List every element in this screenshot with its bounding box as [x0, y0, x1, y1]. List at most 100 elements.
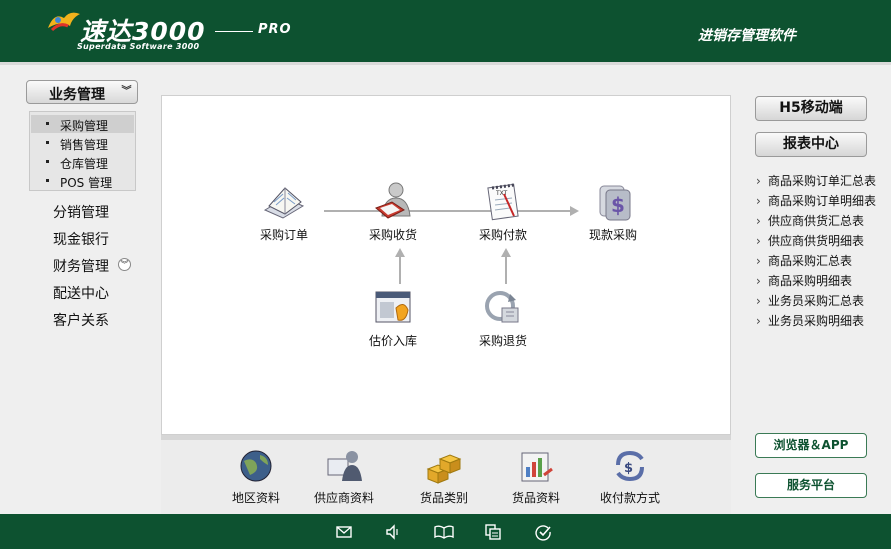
tool-label: 供应商资料: [313, 491, 374, 505]
brand-divider: [215, 31, 253, 32]
chevron-right-icon: ›: [756, 234, 761, 248]
browser-app-button[interactable]: 浏览器＆APP: [755, 433, 867, 458]
expand-chevron-icon[interactable]: ︾: [118, 258, 131, 271]
tool-goods-data[interactable]: 货品资料: [496, 447, 576, 506]
report-link[interactable]: › 业务员采购明细表: [756, 312, 864, 329]
report-link[interactable]: › 商品采购订单汇总表: [756, 172, 876, 189]
submenu-item-sales[interactable]: 销售管理: [31, 134, 134, 152]
sidebar-item-cash-bank[interactable]: 现金银行: [53, 229, 109, 249]
chevron-right-icon: ›: [756, 194, 761, 208]
bullet-icon: [46, 179, 49, 182]
report-link-label: 业务员采购明细表: [768, 314, 865, 328]
flow-node-purchase-payment[interactable]: TXT 采购付款: [458, 180, 548, 243]
service-platform-button[interactable]: 服务平台: [755, 473, 867, 498]
report-link-label: 商品采购汇总表: [768, 254, 853, 268]
supplier-person-icon: [327, 451, 362, 481]
flow-connector: [399, 256, 401, 284]
goods-chart-icon: [521, 452, 553, 482]
brand-logo-icon: [48, 12, 80, 32]
receiving-clerk-icon: [375, 182, 411, 219]
tool-supplier-data[interactable]: 供应商资料: [304, 447, 384, 506]
product-name: 进销存管理软件: [698, 28, 796, 44]
flow-node-label: 现款采购: [588, 228, 637, 242]
purchase-flow-panel: 采购订单 采购收货 TXT 采购付款 $ 现款采购 估价入库 采购退货: [161, 95, 731, 435]
flow-node-purchase-receipt[interactable]: 采购收货: [348, 180, 438, 243]
report-link-label: 供应商供货汇总表: [768, 214, 865, 228]
dollar-coins-icon: $: [599, 185, 631, 221]
business-menu-label: 业务管理: [49, 87, 105, 103]
tool-payment-method[interactable]: $ 收付款方式: [590, 447, 670, 506]
return-cycle-icon: [485, 291, 519, 323]
chevron-right-icon: ›: [756, 274, 761, 288]
chevron-right-icon: ›: [756, 214, 761, 228]
report-link[interactable]: › 商品采购订单明细表: [756, 192, 876, 209]
book-icon[interactable]: [433, 523, 455, 541]
submenu-item-label: POS 管理: [60, 176, 113, 190]
tool-label: 货品类别: [419, 491, 468, 505]
submenu-item-label: 采购管理: [60, 119, 109, 133]
warehouse-window-icon: [375, 291, 411, 323]
mail-icon[interactable]: [335, 523, 353, 541]
bullet-icon: [46, 122, 49, 125]
flow-node-label: 采购付款: [478, 228, 527, 242]
tool-label: 地区资料: [231, 491, 280, 505]
report-link[interactable]: › 供应商供货汇总表: [756, 212, 864, 229]
app-header: 速达3000 Superdata Software 3000 PRO 进销存管理…: [0, 0, 891, 62]
flow-arrow-icon: [395, 248, 405, 257]
flow-node-estimated-stock-in[interactable]: 估价入库: [348, 286, 438, 349]
footer-bar: [0, 514, 891, 549]
report-link-label: 商品采购订单汇总表: [768, 174, 877, 188]
base-data-toolbar: 地区资料 供应商资料 货品类别 货品资料 $ 收付款方式: [161, 435, 731, 515]
speaker-icon[interactable]: [384, 523, 402, 541]
report-link-label: 商品采购订单明细表: [768, 194, 877, 208]
business-menu-button[interactable]: 业务管理 ︾: [26, 80, 138, 104]
submenu-item-label: 仓库管理: [60, 157, 109, 171]
submenu-item-label: 销售管理: [60, 138, 109, 152]
report-link[interactable]: › 商品采购汇总表: [756, 252, 852, 269]
flow-node-label: 采购退货: [478, 334, 527, 348]
check-icon[interactable]: [534, 523, 552, 541]
bullet-icon: [46, 160, 49, 163]
tool-goods-category[interactable]: 货品类别: [404, 447, 484, 506]
chevron-right-icon: ›: [756, 254, 761, 268]
chevron-right-icon: ›: [756, 314, 761, 328]
bullet-icon: [46, 141, 49, 144]
brand-subtitle: Superdata Software 3000: [77, 42, 200, 51]
report-link[interactable]: › 商品采购明细表: [756, 272, 852, 289]
payment-cycle-icon: $: [616, 450, 644, 482]
report-link-label: 商品采购明细表: [768, 274, 853, 288]
report-link[interactable]: › 业务员采购汇总表: [756, 292, 864, 309]
submenu-item-pos[interactable]: POS 管理: [31, 172, 134, 190]
flow-node-label: 估价入库: [368, 334, 417, 348]
flow-node-label: 采购收货: [368, 228, 417, 242]
open-book-icon: [263, 187, 305, 219]
flow-connector: [505, 256, 507, 284]
flow-node-purchase-order[interactable]: 采购订单: [239, 180, 329, 243]
report-link-label: 业务员采购汇总表: [768, 294, 865, 308]
sidebar-item-crm[interactable]: 客户关系: [53, 310, 109, 330]
double-chevron-down-icon: ︾: [121, 86, 132, 97]
globe-icon: [240, 450, 272, 482]
sidebar-item-delivery[interactable]: 配送中心: [53, 283, 109, 303]
report-link-label: 供应商供货明细表: [768, 234, 865, 248]
report-link[interactable]: › 供应商供货明细表: [756, 232, 864, 249]
flow-arrow-icon: [501, 248, 511, 257]
brand-pro: PRO: [258, 22, 292, 37]
flow-node-cash-purchase[interactable]: $ 现款采购: [568, 180, 658, 243]
tool-region-data[interactable]: 地区资料: [216, 447, 296, 506]
report-center-button[interactable]: 报表中心: [755, 132, 867, 157]
invoice-notepad-icon: TXT: [487, 183, 519, 221]
chevron-right-icon: ›: [756, 174, 761, 188]
submenu-item-warehouse[interactable]: 仓库管理: [31, 153, 134, 171]
flow-node-purchase-return[interactable]: 采购退货: [458, 286, 548, 349]
sidebar-item-finance[interactable]: 财务管理: [53, 256, 109, 276]
svg-text:$: $: [611, 193, 625, 217]
business-submenu: 采购管理 销售管理 仓库管理 POS 管理: [29, 111, 136, 191]
submenu-item-purchase[interactable]: 采购管理: [31, 115, 134, 133]
toolbar-separator: [161, 435, 731, 440]
copy-icon[interactable]: [484, 523, 502, 541]
sidebar-item-distribution[interactable]: 分销管理: [53, 202, 109, 222]
h5-mobile-button[interactable]: H5移动端: [755, 96, 867, 121]
flow-node-label: 采购订单: [259, 228, 308, 242]
svg-text:$: $: [624, 461, 633, 476]
